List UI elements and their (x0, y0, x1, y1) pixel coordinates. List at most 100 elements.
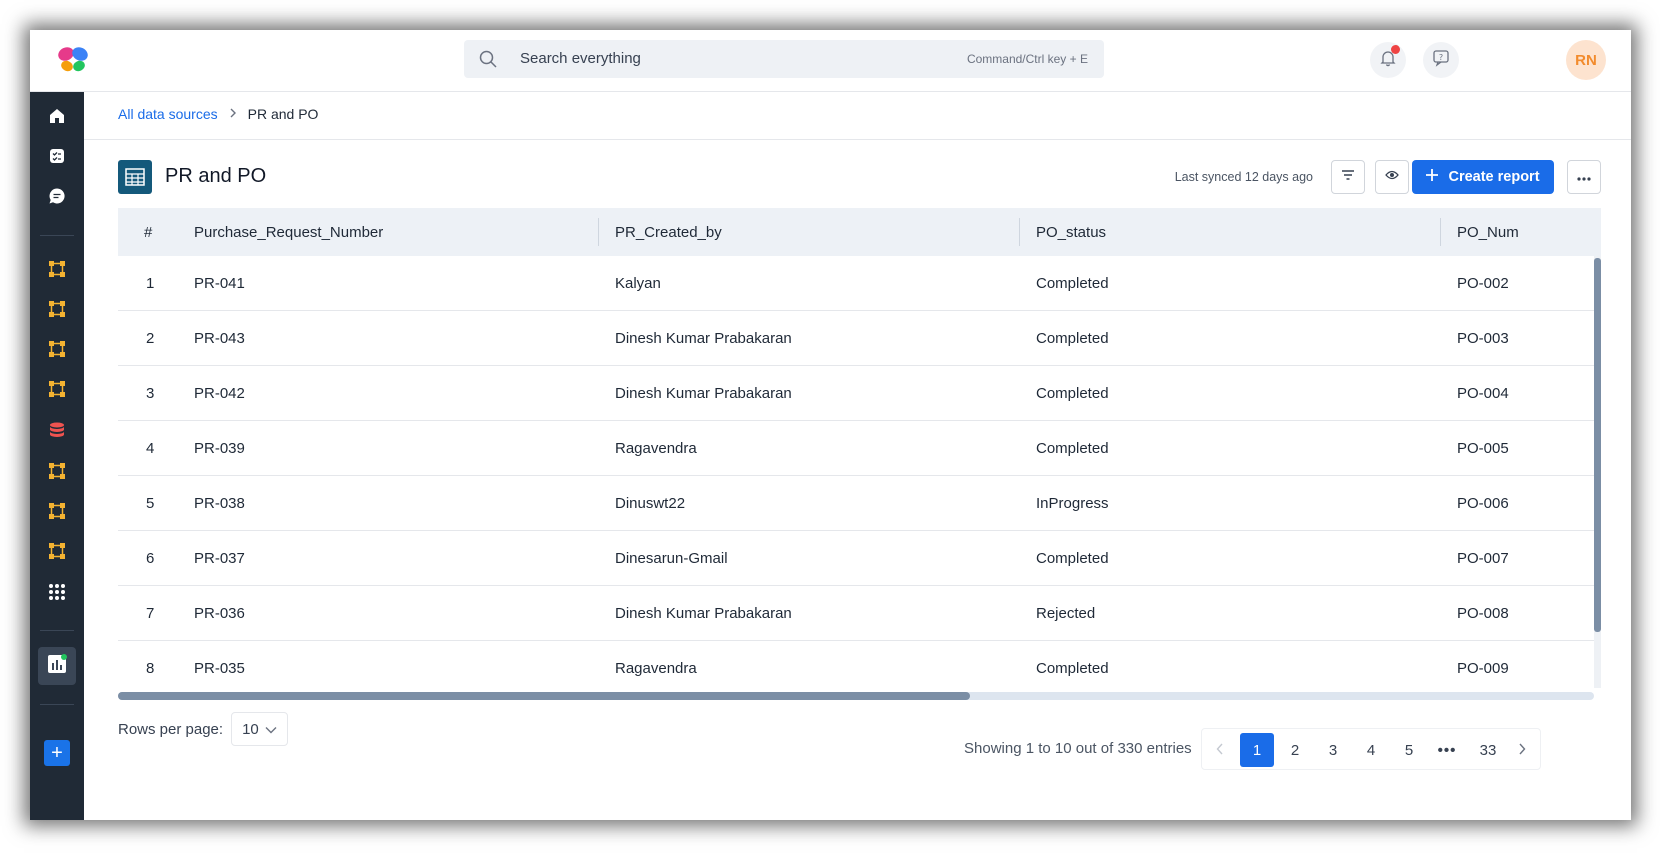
cell-po-status: Completed (1036, 329, 1109, 347)
prev-page-button[interactable] (1208, 733, 1232, 767)
eye-icon (1385, 168, 1399, 186)
column-header-po-num[interactable]: PO_Num (1457, 208, 1519, 256)
breadcrumb-all-data-sources[interactable]: All data sources (118, 106, 218, 122)
sidebar-add-button[interactable]: + (44, 740, 70, 766)
global-search[interactable]: Search everything Command/Ctrl key + E (464, 40, 1104, 78)
sidebar-item-apps[interactable] (41, 578, 73, 610)
page-button-2[interactable]: 2 (1278, 733, 1312, 767)
cell-po-status: Completed (1036, 439, 1109, 457)
sidebar-item-workflow-2[interactable] (41, 295, 73, 327)
column-resize-handle[interactable] (1440, 218, 1441, 246)
workflow-icon (48, 380, 66, 403)
help-button[interactable]: ? (1423, 42, 1459, 78)
rows-per-page-label: Rows per page: (118, 720, 224, 738)
entries-summary: Showing 1 to 10 out of 330 entries (964, 740, 1192, 757)
workflow-icon (48, 542, 66, 565)
sidebar-item-reports[interactable] (38, 647, 76, 685)
cell-po-num: PO-002 (1457, 274, 1509, 292)
cell-po-status: Rejected (1036, 604, 1096, 622)
column-header-purchase-request-number[interactable]: Purchase_Request_Number (194, 208, 383, 256)
cell-purchase-request-number: PR-042 (194, 384, 245, 402)
create-report-button[interactable]: Create report (1412, 160, 1554, 194)
cell-purchase-request-number: PR-041 (194, 274, 245, 292)
column-header-index[interactable]: # (144, 208, 152, 256)
horizontal-scrollbar-thumb[interactable] (118, 692, 970, 700)
search-input[interactable]: Search everything (520, 50, 641, 67)
cell-purchase-request-number: PR-039 (194, 439, 245, 457)
column-resize-handle[interactable] (1019, 218, 1020, 246)
app-logo-icon[interactable] (56, 44, 90, 76)
cell-index: 8 (146, 659, 155, 677)
page-button-1[interactable]: 1 (1240, 733, 1274, 767)
filter-icon (1341, 168, 1355, 186)
bar-chart-icon (47, 653, 67, 679)
vertical-scrollbar-thumb[interactable] (1594, 258, 1601, 632)
sidebar-item-tasks[interactable] (41, 142, 73, 174)
workflow-icon (48, 300, 66, 323)
table-row[interactable]: 1 PR-041 Kalyan Completed PO-002 (118, 256, 1601, 311)
table-row[interactable]: 3 PR-042 Dinesh Kumar Prabakaran Complet… (118, 366, 1601, 421)
sidebar-item-workflow-5[interactable] (41, 457, 73, 489)
table-row[interactable]: 2 PR-043 Dinesh Kumar Prabakaran Complet… (118, 311, 1601, 366)
cell-index: 2 (146, 329, 155, 347)
page-button-3[interactable]: 3 (1316, 733, 1350, 767)
table-row[interactable]: 4 PR-039 Ragavendra Completed PO-005 (118, 421, 1601, 476)
sidebar-item-workflow-6[interactable] (41, 497, 73, 529)
table-row[interactable]: 7 PR-036 Dinesh Kumar Prabakaran Rejecte… (118, 586, 1601, 641)
filter-button[interactable] (1331, 160, 1365, 194)
sidebar-divider (40, 630, 74, 631)
more-horizontal-icon (1577, 168, 1591, 186)
cell-po-num: PO-004 (1457, 384, 1509, 402)
home-icon (48, 107, 66, 130)
sidebar-item-workflow-3[interactable] (41, 335, 73, 367)
database-icon (48, 421, 66, 444)
table-row[interactable]: 5 PR-038 Dinuswt22 InProgress PO-006 (118, 476, 1601, 531)
table-row[interactable]: 8 PR-035 Ragavendra Completed PO-009 (118, 641, 1601, 688)
sidebar-item-database[interactable] (41, 416, 73, 448)
cell-po-status: Completed (1036, 384, 1109, 402)
table-row[interactable]: 6 PR-037 Dinesarun-Gmail Completed PO-00… (118, 531, 1601, 586)
cell-pr-created-by: Ragavendra (615, 659, 697, 677)
column-header-po-status[interactable]: PO_status (1036, 208, 1106, 256)
column-resize-handle[interactable] (598, 218, 599, 246)
sidebar-divider (40, 235, 74, 236)
preview-button[interactable] (1375, 160, 1409, 194)
cell-po-num: PO-009 (1457, 659, 1509, 677)
page-button-5[interactable]: 5 (1392, 733, 1426, 767)
help-chat-icon: ? (1432, 49, 1450, 72)
more-options-button[interactable] (1567, 160, 1601, 194)
sidebar-item-workflow-4[interactable] (41, 375, 73, 407)
chevron-down-icon (265, 721, 277, 738)
cell-po-status: Completed (1036, 659, 1109, 677)
rows-per-page-value: 10 (242, 720, 259, 738)
next-page-button[interactable] (1510, 733, 1534, 767)
cell-po-num: PO-003 (1457, 329, 1509, 347)
sidebar: + (30, 92, 84, 820)
user-avatar[interactable]: RN (1566, 40, 1606, 80)
search-icon (478, 49, 498, 69)
cell-index: 7 (146, 604, 155, 622)
sidebar-item-home[interactable] (41, 102, 73, 134)
create-report-label: Create report (1448, 169, 1540, 185)
cell-pr-created-by: Ragavendra (615, 439, 697, 457)
cell-index: 3 (146, 384, 155, 402)
checklist-icon (48, 147, 66, 170)
pagination-ellipsis[interactable]: ••• (1430, 733, 1464, 767)
notification-dot (1391, 45, 1400, 54)
cell-purchase-request-number: PR-038 (194, 494, 245, 512)
sidebar-divider (40, 704, 74, 705)
page-button-4[interactable]: 4 (1354, 733, 1388, 767)
rows-per-page: Rows per page: 10 (118, 712, 288, 746)
divider (84, 139, 1631, 140)
notifications-button[interactable] (1370, 42, 1406, 78)
pagination: 1 2 3 4 5 ••• 33 (1201, 728, 1541, 770)
rows-per-page-select[interactable]: 10 (231, 712, 288, 746)
cell-purchase-request-number: PR-043 (194, 329, 245, 347)
sidebar-item-workflow-1[interactable] (41, 255, 73, 287)
sidebar-item-workflow-7[interactable] (41, 537, 73, 569)
column-header-pr-created-by[interactable]: PR_Created_by (615, 208, 722, 256)
cell-index: 6 (146, 549, 155, 567)
page-button-last[interactable]: 33 (1470, 733, 1506, 767)
chevron-right-icon (228, 106, 238, 122)
sidebar-item-chat[interactable] (41, 182, 73, 214)
